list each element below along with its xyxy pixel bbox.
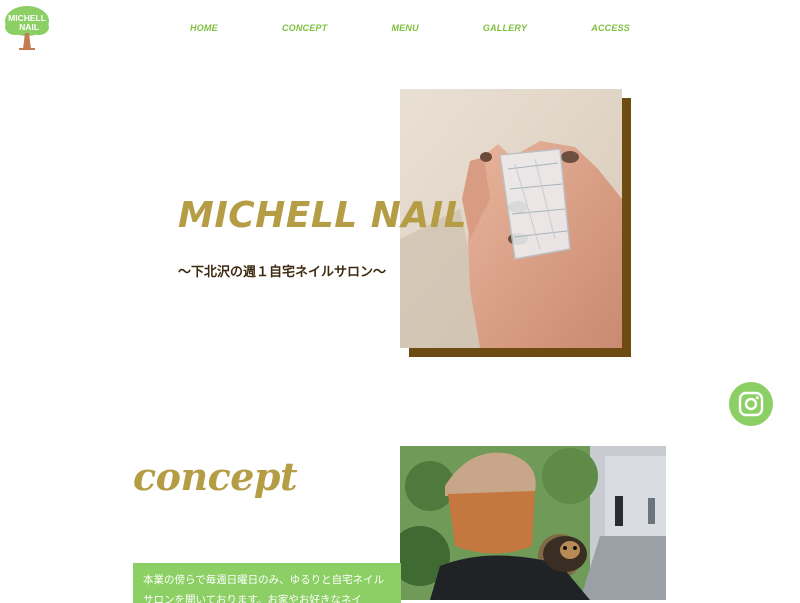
nav-gallery[interactable]: GALLERY <box>483 23 527 33</box>
nav-menu[interactable]: MENU <box>391 23 418 33</box>
nav-concept[interactable]: CONCEPT <box>282 23 327 33</box>
concept-text: 本業の傍らで毎週日曜日のみ、ゆるりと自宅ネイルサロンを開いております。お家やお好… <box>143 574 385 603</box>
instagram-button[interactable] <box>729 382 773 426</box>
hero-subtitle: 〜下北沢の週１自宅ネイルサロン〜 <box>178 264 387 279</box>
concept-heading: concept <box>133 454 298 499</box>
tree-icon: MICHELL NAIL <box>5 6 49 50</box>
main-nav: HOME CONCEPT MENU GALLERY ACCESS <box>150 0 670 56</box>
concept-text-box: 本業の傍らで毎週日曜日のみ、ゆるりと自宅ネイルサロンを開いております。お家やお好… <box>133 563 401 603</box>
nav-home[interactable]: HOME <box>190 23 218 33</box>
instagram-icon <box>738 391 764 417</box>
hero-title: MICHELL NAIL <box>178 195 468 236</box>
site-logo[interactable]: MICHELL NAIL <box>3 3 51 51</box>
concept-photo <box>400 446 666 600</box>
nav-access[interactable]: ACCESS <box>591 23 630 33</box>
logo-line2: NAIL <box>19 22 39 32</box>
